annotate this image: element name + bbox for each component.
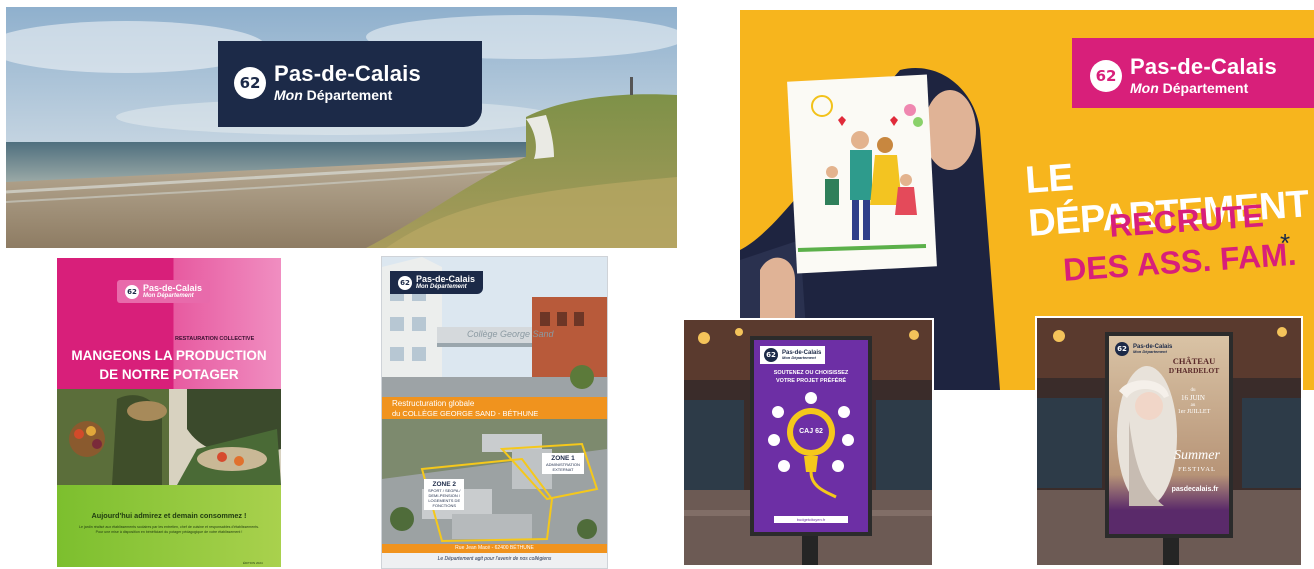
billboard-chateau: 62 Pas-de-Calais Mon Département CHÂTEAU … (1035, 316, 1303, 567)
college-poster: Collège George Sand 62 Pas-de-Calais Mon … (381, 256, 608, 569)
potager-poster: 62 Pas-de-Calais Mon Département RESTAURA… (57, 258, 281, 567)
college-title-line1: Restructuration globale (392, 399, 475, 408)
college-logo-box: 62 Pas-de-Calais Mon Département (390, 271, 484, 294)
projet-headline-line2: VOTRE PROJET PRÉFÉRÉ (776, 378, 846, 384)
chateau-date-line3: au (1190, 403, 1196, 408)
potager-title-line2: DE NOTRE POTAGER (99, 367, 239, 382)
brand-number-badge: 62 (234, 66, 266, 99)
college-aerial-map (382, 419, 607, 545)
potager-photos (57, 389, 281, 485)
coastal-banner: 62 Pas-de-Calais Mon Département (6, 7, 677, 248)
projet-url: budgetcitoyen.fr (774, 516, 848, 523)
college-title-line2: du COLLÈGE GEORGE SAND - BÉTHUNE (392, 409, 539, 418)
chateau-brand-logo: 62 Pas-de-Calais Mon Département (1115, 342, 1172, 356)
college-address: Rue Jean Macé - 62400 BÉTHUNE (382, 544, 607, 553)
chateau-date-line2: 16 JUIN (1181, 394, 1205, 402)
brand-name: Pas-de-Calais (274, 61, 421, 86)
brand-tagline: Département (306, 87, 393, 103)
projet-brand-logo: 62 Pas-de-Calais Mon Département (760, 346, 826, 364)
projet-headline-line1: SOUTENEZ OU CHOISISSEZ (773, 370, 849, 376)
chateau-title-line2: D'HARDELOT (1168, 366, 1220, 375)
college-footer: Le Département agit pour l'avenir de nos… (437, 556, 552, 562)
billboard-projet: 62 Pas-de-Calais Mon Département SOUTENEZ… (682, 318, 934, 567)
potager-edition: ÉDITION 2024 (243, 561, 263, 565)
chateau-date-line1: du (1190, 388, 1196, 393)
college-sign: Collège George Sand (467, 329, 554, 339)
brand-logo-navy: 62 Pas-de-Calais Mon Département (218, 41, 482, 127)
recrute-brand-logo: 62 Pas-de-Calais Mon Département (1072, 38, 1314, 108)
chateau-festival-line1: Summer (1174, 448, 1220, 463)
potager-brand-logo: 62 Pas-de-Calais Mon Département (117, 280, 211, 303)
recrute-asterisk: * (1280, 228, 1291, 258)
projet-logo-text: CAJ 62 (799, 428, 823, 435)
zone1-label: ZONE 1 ADMINISTRATION EXTERNAT (542, 453, 584, 474)
brand-tagline-italic: Mon (274, 87, 303, 103)
projet-display: 62 Pas-de-Calais Mon Département SOUTENEZ… (750, 336, 872, 536)
chateau-date-line4: 1er JUILLET (1177, 409, 1211, 415)
chateau-festival-line2: FESTIVAL (1178, 466, 1216, 473)
chateau-url: pasdecalais.fr (1171, 486, 1219, 493)
potager-body: Le jardin réalisé aux établissements sco… (78, 525, 260, 534)
potager-title-line1: MANGEONS LA PRODUCTION (71, 348, 267, 363)
potager-slogan: Aujourd'hui admirez et demain consommez … (91, 511, 247, 520)
projet-lightbulb-illustration (768, 392, 854, 499)
potager-kicker: RESTAURATION COLLECTIVE (175, 336, 255, 342)
college-title-banner: Restructuration globale du COLLÈGE GEORG… (382, 397, 607, 419)
chateau-display: 62 Pas-de-Calais Mon Département CHÂTEAU … (1105, 332, 1233, 538)
chateau-title-line1: CHÂTEAU (1172, 356, 1216, 366)
zone2-label: ZONE 2 SPORT / SEGPA / DEMI-PENSION / LO… (424, 479, 465, 510)
